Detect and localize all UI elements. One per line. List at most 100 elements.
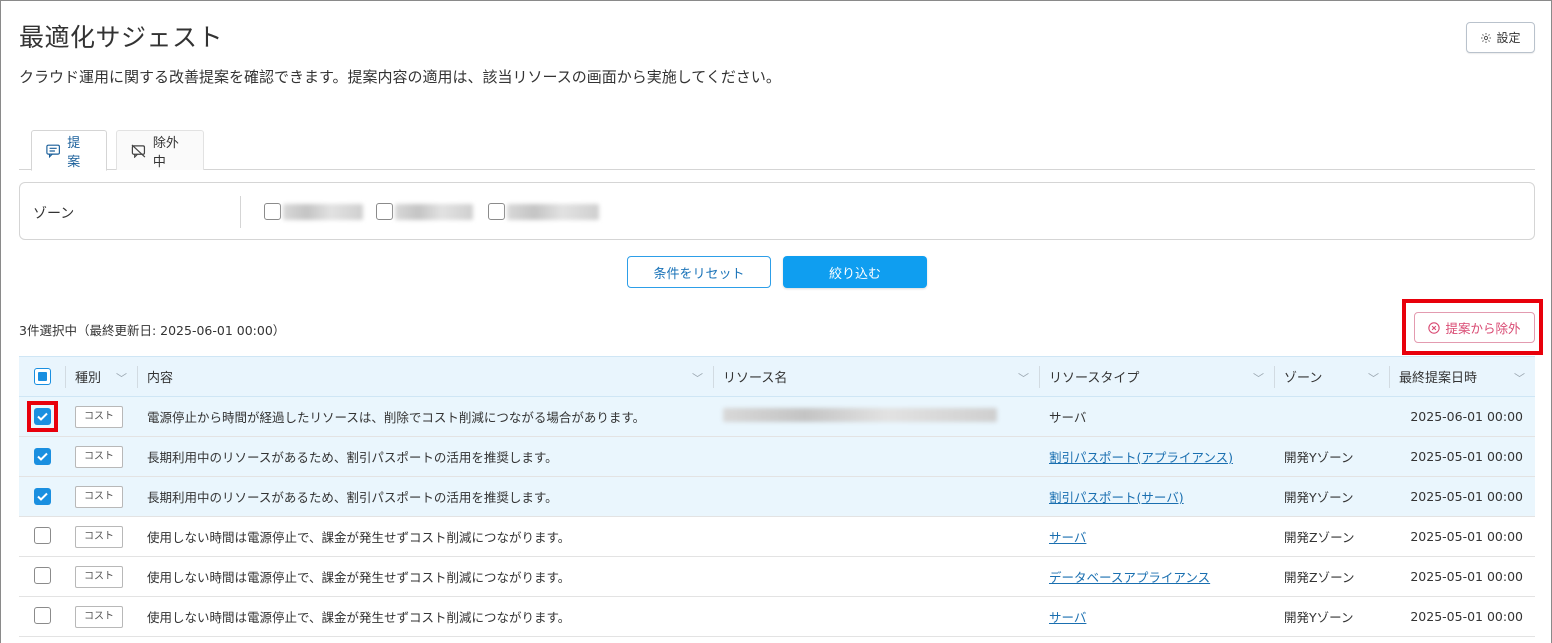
content-cell: 使用しない時間は電源停止で、課金が発生せずコスト削減につながります。	[137, 596, 713, 637]
resource-type-cell: 割引パスポート(サーバ)	[1039, 476, 1274, 517]
resource-type-cell: サーバ	[1039, 396, 1274, 437]
last-date-cell: 2025-06-01 00:00	[1389, 396, 1535, 437]
resource-type-link[interactable]: 割引パスポート(サーバ)	[1049, 490, 1184, 505]
zone-checkbox-1[interactable]	[264, 203, 281, 220]
table-row[interactable]: コスト 長期利用中のリソースがあるため、割引パスポートの活用を推奨します。 割引パス…	[19, 476, 1535, 517]
tab-suggestions[interactable]: 提案	[31, 130, 107, 171]
chevron-down-icon: ﹀	[1514, 372, 1525, 385]
row-select-cell	[19, 556, 65, 597]
zone-option-2[interactable]	[376, 203, 473, 220]
type-tag: コスト	[75, 525, 123, 548]
close-circle-icon	[1428, 321, 1441, 334]
resource-type-link[interactable]: 割引パスポート(アプライアンス)	[1049, 450, 1233, 465]
excluded-icon	[131, 144, 146, 158]
row-checkbox[interactable]	[33, 606, 51, 624]
redacted-zone-name	[395, 203, 473, 220]
table-row[interactable]: コスト 使用しない時間は電源停止で、課金が発生せずコスト削減につながります。 サーバ…	[19, 516, 1535, 557]
redacted-resource-name	[723, 408, 997, 422]
resource-type-cell: 割引パスポート(アプライアンス)	[1039, 436, 1274, 477]
column-header-zone[interactable]: ゾーン ﹀	[1274, 356, 1389, 397]
content-cell: 長期利用中のリソースがあるため、割引パスポートの活用を推奨します。	[137, 476, 713, 517]
redacted-zone-name	[507, 203, 599, 220]
type-tag: コスト	[75, 445, 123, 468]
content-cell: 使用しない時間は電源停止で、課金が発生せずコスト削減につながります。	[137, 516, 713, 557]
zone-checkbox-2[interactable]	[376, 203, 393, 220]
row-select-cell	[19, 436, 65, 477]
zone-cell: 開発Yゾーン	[1274, 596, 1389, 637]
chevron-down-icon: ﹀	[1253, 372, 1264, 385]
row-checkbox[interactable]	[33, 526, 51, 544]
chevron-down-icon: ﹀	[1368, 372, 1379, 385]
column-header-type[interactable]: 種別 ﹀	[65, 356, 137, 397]
type-cell: コスト	[65, 516, 137, 557]
column-header-resource-type[interactable]: リソースタイプ ﹀	[1039, 356, 1274, 397]
last-date-cell: 2025-05-01 00:00	[1389, 436, 1535, 477]
tab-excluded-label: 除外中	[152, 135, 179, 170]
zone-option-1[interactable]	[264, 203, 363, 220]
table-row[interactable]: コスト 電源停止から時間が経過したリソースは、削除でコスト削減につながる場合があり…	[19, 396, 1535, 437]
row-select-cell	[19, 396, 65, 437]
type-cell: コスト	[65, 476, 137, 517]
column-header-content[interactable]: 内容 ﹀	[137, 356, 713, 397]
settings-label: 設定	[1496, 31, 1521, 45]
chevron-down-icon: ﹀	[692, 372, 703, 385]
column-header-resource-name[interactable]: リソース名 ﹀	[713, 356, 1039, 397]
column-header-last-date[interactable]: 最終提案日時 ﹀	[1389, 356, 1535, 397]
row-select-cell	[19, 596, 65, 637]
resource-type-cell: サーバ	[1039, 596, 1274, 637]
type-tag: コスト	[75, 605, 123, 628]
table-row[interactable]: コスト 使用しない時間は電源停止で、課金が発生せずコスト削減につながります。 サーバ…	[19, 596, 1535, 637]
resource-type-link[interactable]: サーバ	[1049, 610, 1086, 625]
redacted-zone-name	[283, 203, 363, 220]
content-cell: 長期利用中のリソースがあるため、割引パスポートの活用を推奨します。	[137, 436, 713, 477]
resource-type-link[interactable]: サーバ	[1049, 530, 1086, 545]
zone-filter-label: ゾーン	[33, 206, 75, 222]
row-select-cell	[19, 476, 65, 517]
last-date-cell: 2025-05-01 00:00	[1389, 556, 1535, 597]
settings-button[interactable]: 設定	[1466, 22, 1535, 53]
reset-filter-button[interactable]: 条件をリセット	[627, 256, 771, 288]
resource-name-cell	[713, 436, 1039, 477]
chevron-down-icon: ﹀	[116, 372, 127, 385]
zone-cell: 開発Zゾーン	[1274, 516, 1389, 557]
resource-type-cell: データベースアプライアンス	[1039, 556, 1274, 597]
select-all-cell	[19, 356, 65, 397]
zone-cell: 開発Yゾーン	[1274, 476, 1389, 517]
last-date-cell: 2025-05-01 00:00	[1389, 476, 1535, 517]
row-checkbox[interactable]	[33, 566, 51, 584]
type-cell: コスト	[65, 436, 137, 477]
selection-status: 3件選択中（最終更新日: 2025-06-01 00:00）	[19, 323, 286, 338]
tab-excluded[interactable]: 除外中	[116, 130, 204, 170]
zone-option-3[interactable]	[488, 203, 599, 220]
gear-icon	[1481, 32, 1492, 43]
filter-divider	[240, 196, 241, 228]
resource-type-link[interactable]: データベースアプライアンス	[1049, 570, 1210, 585]
resource-type-text: サーバ	[1049, 410, 1087, 425]
zone-cell: 開発Yゾーン	[1274, 436, 1389, 477]
type-cell: コスト	[65, 396, 137, 437]
row-checkbox[interactable]	[33, 408, 51, 425]
zone-checkbox-3[interactable]	[488, 203, 505, 220]
table-row[interactable]: コスト 使用しない時間は電源停止で、課金が発生せずコスト削減につながります。 データ…	[19, 556, 1535, 597]
type-tag: コスト	[75, 565, 123, 588]
resource-name-cell	[713, 556, 1039, 597]
resource-name-cell	[713, 396, 1039, 437]
content-cell: 電源停止から時間が経過したリソースは、削除でコスト削減につながる場合があります。	[137, 396, 713, 437]
page-subtitle: クラウド運用に関する改善提案を確認できます。提案内容の適用は、該当リソースの画面…	[19, 68, 781, 86]
exclude-from-suggestions-button[interactable]: 提案から除外	[1414, 312, 1535, 343]
row-select-cell	[19, 516, 65, 557]
type-tag: コスト	[75, 485, 123, 508]
chat-icon	[46, 144, 60, 158]
zone-cell: 開発Zゾーン	[1274, 556, 1389, 597]
table-row[interactable]: コスト 長期利用中のリソースがあるため、割引パスポートの活用を推奨します。 割引パス…	[19, 436, 1535, 477]
row-checkbox[interactable]	[33, 488, 51, 505]
resource-name-cell	[713, 516, 1039, 557]
resource-name-cell	[713, 476, 1039, 517]
apply-filter-button[interactable]: 絞り込む	[783, 256, 927, 288]
type-tag: コスト	[75, 405, 123, 428]
select-all-checkbox[interactable]	[33, 368, 51, 385]
type-cell: コスト	[65, 596, 137, 637]
row-checkbox[interactable]	[33, 448, 51, 465]
exclude-label: 提案から除外	[1445, 321, 1521, 336]
zone-cell	[1274, 396, 1389, 437]
